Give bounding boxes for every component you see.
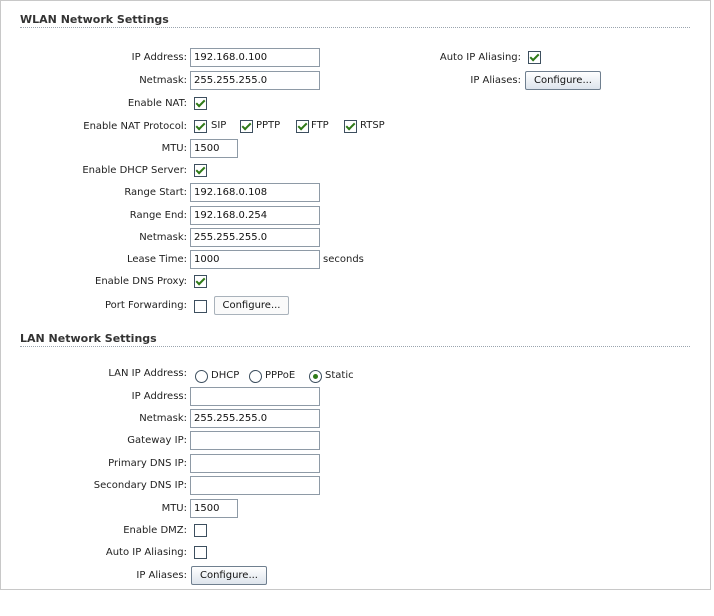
wlan-auto-ip-aliasing-label: Auto IP Aliasing: <box>439 52 521 63</box>
lan-netmask-input[interactable] <box>190 409 320 428</box>
lan-mtu-label: MTU: <box>161 503 187 514</box>
dhcp-netmask-input[interactable] <box>190 228 320 247</box>
lan-ip-mode-static-label: Static <box>325 370 354 381</box>
nat-protocol-pptp-label: PPTP <box>256 120 281 131</box>
nat-protocol-rtsp-label: RTSP <box>360 120 385 131</box>
range-end-label: Range End: <box>129 210 187 221</box>
enable-nat-label: Enable NAT: <box>127 98 187 109</box>
dhcp-netmask-label: Netmask: <box>139 232 187 243</box>
wlan-mtu-input[interactable] <box>190 139 238 158</box>
lan-auto-ip-aliasing-label: Auto IP Aliasing: <box>105 547 187 558</box>
dns-proxy-checkbox[interactable] <box>194 275 207 288</box>
port-forwarding-configure-button[interactable]: Configure... <box>214 296 289 315</box>
wlan-ip-aliases-configure-button[interactable]: Configure... <box>525 71 601 90</box>
secondary-dns-label: Secondary DNS IP: <box>93 480 187 491</box>
port-forwarding-checkbox[interactable] <box>194 300 207 313</box>
lan-ip-aliases-label: IP Aliases: <box>136 570 187 581</box>
nat-protocol-rtsp-checkbox[interactable] <box>344 120 357 133</box>
wlan-ip-aliases-label: IP Aliases: <box>470 75 521 86</box>
primary-dns-input[interactable] <box>190 454 320 473</box>
lan-ip-mode-static-radio[interactable] <box>309 370 322 383</box>
lease-time-input[interactable] <box>190 250 320 269</box>
range-start-input[interactable] <box>190 183 320 202</box>
lan-ip-mode-dhcp-label: DHCP <box>211 370 240 381</box>
settings-panel <box>0 0 711 590</box>
lan-mtu-input[interactable] <box>190 499 238 518</box>
secondary-dns-input[interactable] <box>190 476 320 495</box>
lan-ip-aliases-configure-button[interactable]: Configure... <box>191 566 267 585</box>
lan-section-divider <box>20 346 690 347</box>
lease-time-unit: seconds <box>323 254 364 265</box>
nat-protocol-label: Enable NAT Protocol: <box>83 121 187 132</box>
enable-dmz-checkbox[interactable] <box>194 524 207 537</box>
lease-time-label: Lease Time: <box>126 254 187 265</box>
wlan-ip-address-input[interactable] <box>190 48 320 67</box>
nat-protocol-ftp-label: FTP <box>311 120 329 131</box>
lan-ip-address-label: IP Address: <box>131 391 187 402</box>
enable-dhcp-server-checkbox[interactable] <box>194 164 207 177</box>
enable-dhcp-server-label: Enable DHCP Server: <box>82 165 187 176</box>
lan-ip-address-input[interactable] <box>190 387 320 406</box>
wlan-mtu-label: MTU: <box>161 143 187 154</box>
enable-nat-checkbox[interactable] <box>194 97 207 110</box>
wlan-netmask-input[interactable] <box>190 71 320 90</box>
dns-proxy-label: Enable DNS Proxy: <box>95 276 187 287</box>
nat-protocol-sip-label: SIP <box>211 120 227 131</box>
range-start-label: Range Start: <box>124 187 187 198</box>
wlan-netmask-label: Netmask: <box>139 75 187 86</box>
enable-dmz-label: Enable DMZ: <box>123 525 187 536</box>
nat-protocol-sip-checkbox[interactable] <box>194 120 207 133</box>
lan-netmask-label: Netmask: <box>139 413 187 424</box>
lan-ip-mode-pppoe-label: PPPoE <box>265 370 296 381</box>
wlan-section-divider <box>20 27 690 28</box>
nat-protocol-ftp-checkbox[interactable] <box>296 120 309 133</box>
lan-ip-mode-pppoe-radio[interactable] <box>249 370 262 383</box>
nat-protocol-pptp-checkbox[interactable] <box>240 120 253 133</box>
lan-ip-mode-label: LAN IP Address: <box>108 368 187 379</box>
primary-dns-label: Primary DNS IP: <box>108 458 187 469</box>
wlan-section-title: WLAN Network Settings <box>20 13 169 26</box>
gateway-ip-input[interactable] <box>190 431 320 450</box>
lan-ip-mode-dhcp-radio[interactable] <box>195 370 208 383</box>
lan-section-title: LAN Network Settings <box>20 332 157 345</box>
wlan-ip-address-label: IP Address: <box>131 52 187 63</box>
range-end-input[interactable] <box>190 206 320 225</box>
lan-auto-ip-aliasing-checkbox[interactable] <box>194 546 207 559</box>
gateway-ip-label: Gateway IP: <box>127 435 187 446</box>
wlan-auto-ip-aliasing-checkbox[interactable] <box>528 51 541 64</box>
port-forwarding-label: Port Forwarding: <box>104 300 187 311</box>
